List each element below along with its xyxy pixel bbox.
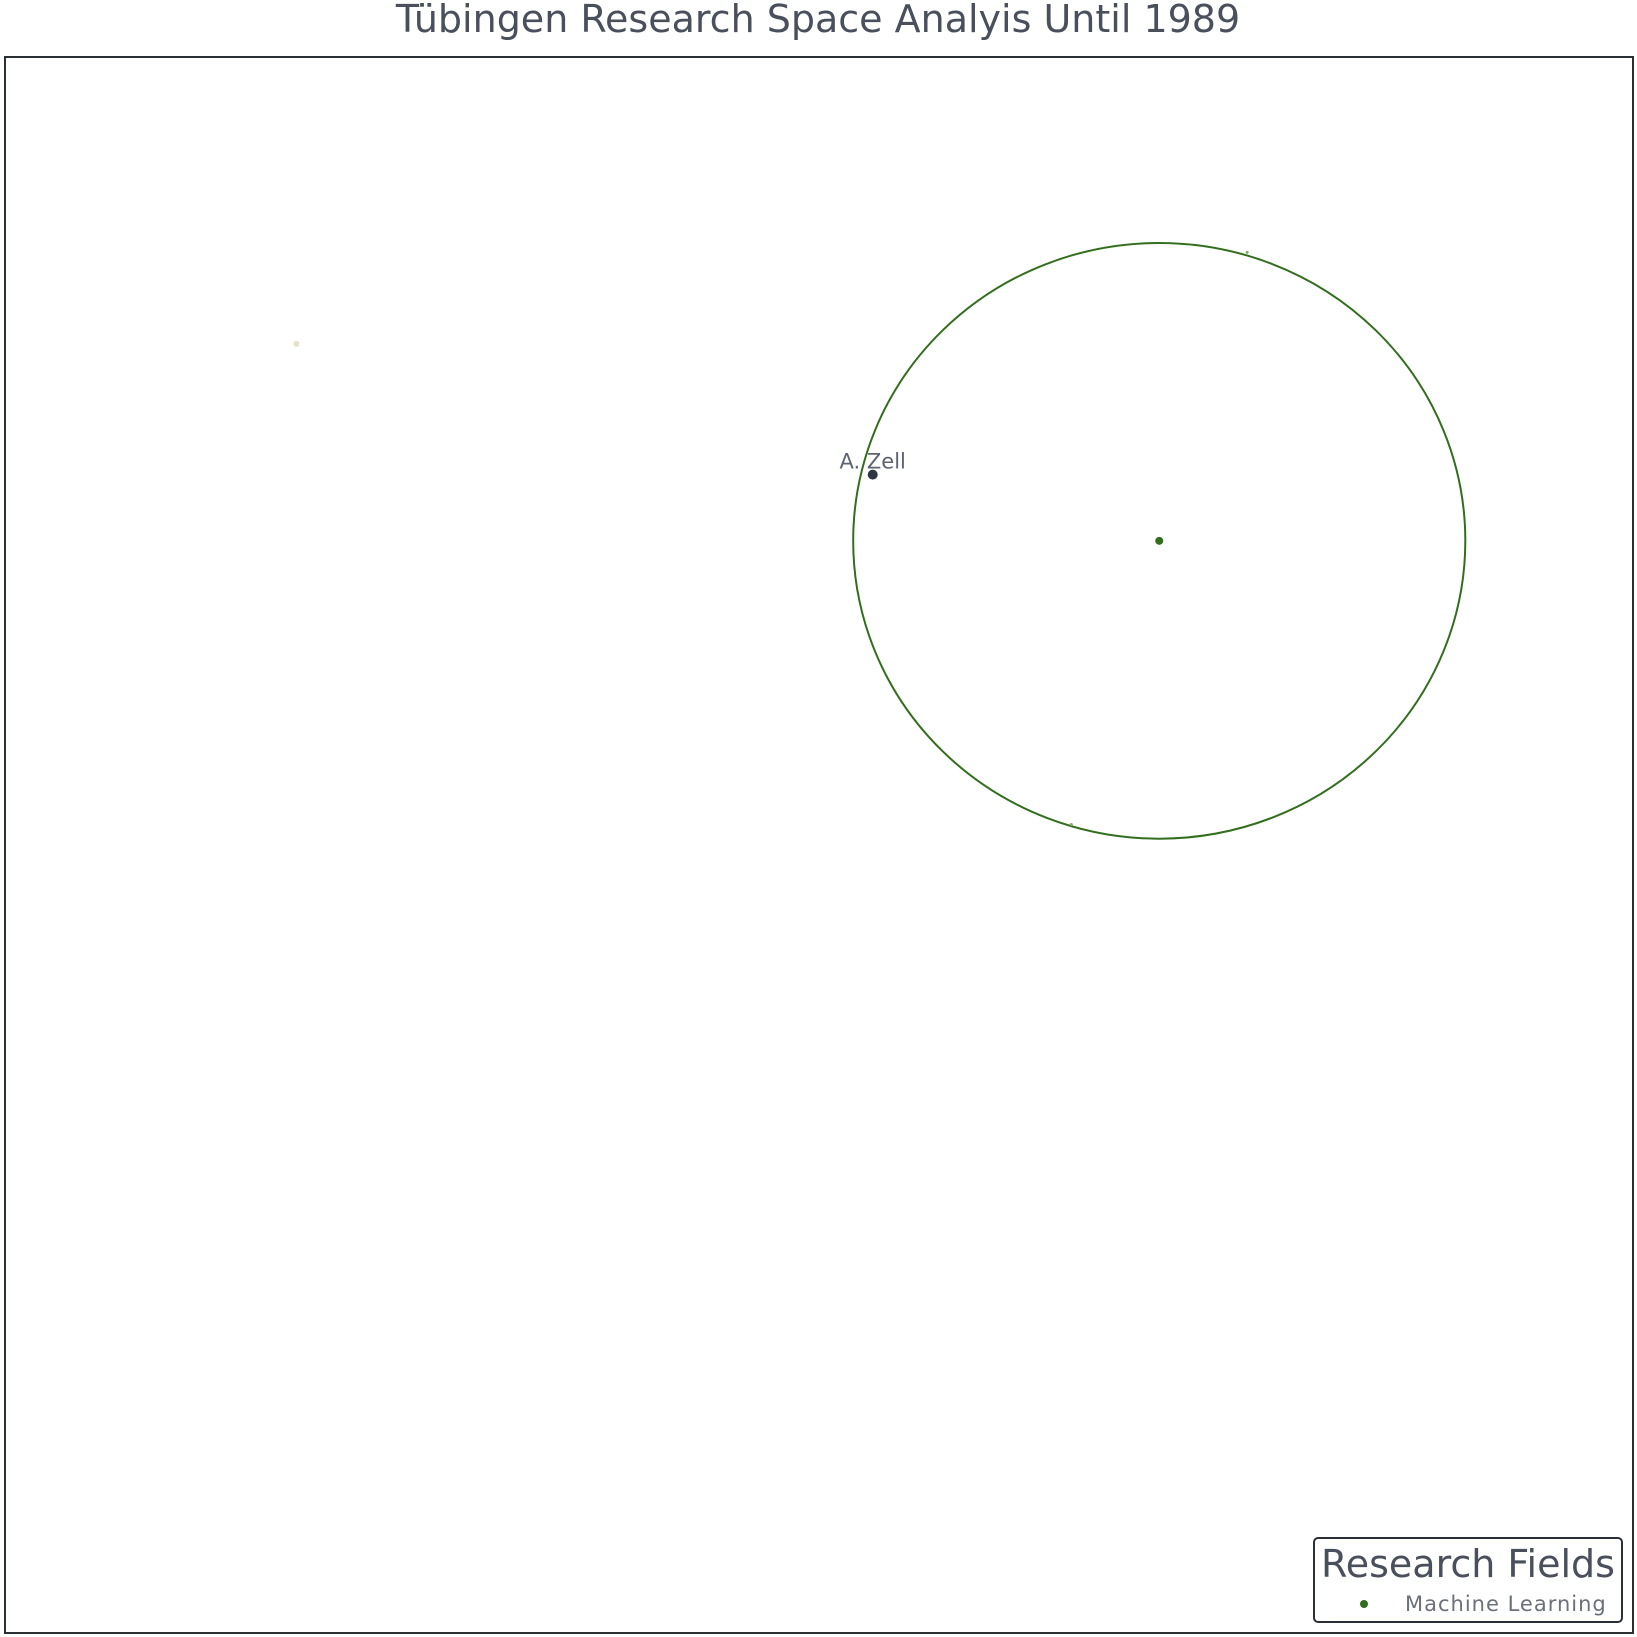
point-label-0: A. Zell xyxy=(840,450,906,474)
legend-title: Research Fields xyxy=(1321,1542,1615,1586)
chart-canvas: Tübingen Research Space Analyis Until 19… xyxy=(4,0,1634,1634)
data-point-1 xyxy=(293,340,300,347)
points-layer: A. Zell xyxy=(293,250,1249,827)
legend: Research Fields Machine Learning xyxy=(1313,1537,1623,1623)
plot-area-frame xyxy=(4,56,1634,1634)
field-center-machine-learning xyxy=(1155,536,1164,545)
data-point-2 xyxy=(1245,250,1249,254)
field-circles-layer xyxy=(852,241,1467,840)
legend-marker-machine-learning xyxy=(1360,1600,1368,1608)
data-point-3 xyxy=(1069,823,1073,827)
legend-label-machine-learning: Machine Learning xyxy=(1405,1592,1607,1616)
chart-title: Tübingen Research Space Analyis Until 19… xyxy=(395,0,1240,41)
